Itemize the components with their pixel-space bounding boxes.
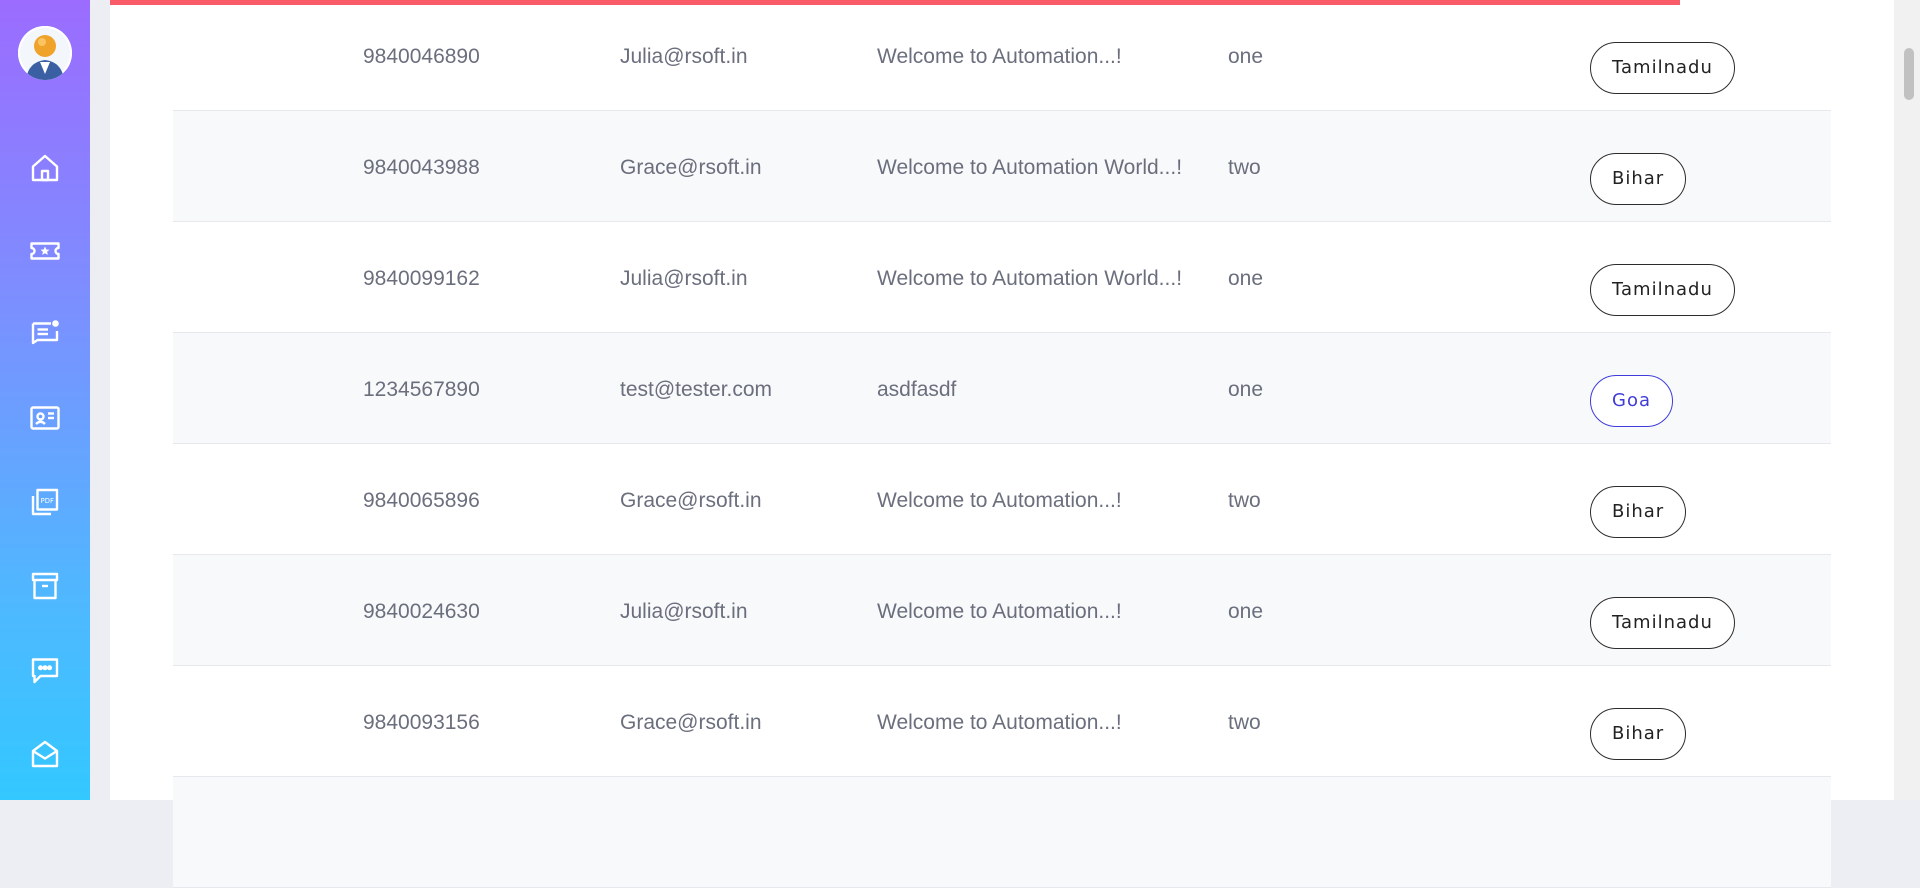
- ticket-star-icon[interactable]: [27, 233, 63, 269]
- email-cell: Julia@rsoft.in: [620, 45, 748, 68]
- message-cell: Welcome to Automation World...!: [877, 156, 1183, 179]
- phone-cell: 9840043988: [363, 156, 480, 179]
- email-cell: Julia@rsoft.in: [620, 267, 748, 290]
- open-mail-icon[interactable]: [27, 736, 63, 772]
- data-table: 9840046890 Julia@rsoft.in Welcome to Aut…: [173, 0, 1831, 888]
- svg-text:PDF: PDF: [41, 497, 54, 505]
- state-button[interactable]: Goa: [1590, 375, 1673, 427]
- chat-bubble-icon[interactable]: [27, 652, 63, 688]
- message-cell: asdfasdf: [877, 378, 957, 401]
- table-row: 9840024630 Julia@rsoft.in Welcome to Aut…: [173, 555, 1831, 666]
- email-cell: Julia@rsoft.in: [620, 600, 748, 623]
- state-button[interactable]: Tamilnadu: [1590, 264, 1735, 316]
- vertical-scrollbar[interactable]: [1894, 0, 1920, 800]
- phone-cell: 9840024630: [363, 600, 480, 623]
- message-cell: Welcome to Automation...!: [877, 600, 1122, 623]
- number-cell: two: [1228, 711, 1261, 734]
- state-button[interactable]: Bihar: [1590, 708, 1687, 760]
- number-cell: two: [1228, 156, 1261, 179]
- sidebar: PDF: [0, 0, 90, 800]
- state-button[interactable]: Bihar: [1590, 486, 1687, 538]
- number-cell: one: [1228, 267, 1264, 290]
- contact-card-icon[interactable]: [27, 400, 63, 436]
- message-cell: Welcome to Automation...!: [877, 45, 1122, 68]
- phone-cell: 1234567890: [363, 378, 480, 401]
- phone-cell: 9840046890: [363, 45, 480, 68]
- number-cell: one: [1228, 45, 1264, 68]
- home-icon[interactable]: [27, 150, 63, 186]
- table-row: 9840065896 Grace@rsoft.in Welcome to Aut…: [173, 444, 1831, 555]
- state-button[interactable]: Tamilnadu: [1590, 42, 1735, 94]
- table-row: 9840099162 Julia@rsoft.in Welcome to Aut…: [173, 222, 1831, 333]
- phone-cell: 9840093156: [363, 711, 480, 734]
- table-row: 1234567890 test@tester.com asdfasdf one …: [173, 333, 1831, 444]
- message-cell: Welcome to Automation...!: [877, 489, 1122, 512]
- state-button[interactable]: Tamilnadu: [1590, 597, 1735, 649]
- notes-notification-icon[interactable]: [27, 316, 63, 352]
- table-row: 9840093156 Grace@rsoft.in Welcome to Aut…: [173, 666, 1831, 777]
- message-cell: Welcome to Automation...!: [877, 711, 1122, 734]
- user-avatar[interactable]: [18, 26, 72, 80]
- table-row: 9840046890 Julia@rsoft.in Welcome to Aut…: [173, 0, 1831, 111]
- table-row: [173, 777, 1831, 888]
- phone-cell: 9840065896: [363, 489, 480, 512]
- email-cell: test@tester.com: [620, 378, 773, 401]
- number-cell: two: [1228, 489, 1261, 512]
- email-cell: Grace@rsoft.in: [620, 711, 762, 734]
- email-cell: Grace@rsoft.in: [620, 489, 762, 512]
- table-row: 9840043988 Grace@rsoft.in Welcome to Aut…: [173, 111, 1831, 222]
- pdf-files-icon[interactable]: PDF: [27, 484, 63, 520]
- state-button[interactable]: Bihar: [1590, 153, 1687, 205]
- message-cell: Welcome to Automation World...!: [877, 267, 1183, 290]
- number-cell: one: [1228, 600, 1264, 623]
- phone-cell: 9840099162: [363, 267, 480, 290]
- scrollbar-thumb[interactable]: [1904, 48, 1914, 100]
- email-cell: Grace@rsoft.in: [620, 156, 762, 179]
- archive-box-icon[interactable]: [27, 568, 63, 604]
- number-cell: one: [1228, 378, 1264, 401]
